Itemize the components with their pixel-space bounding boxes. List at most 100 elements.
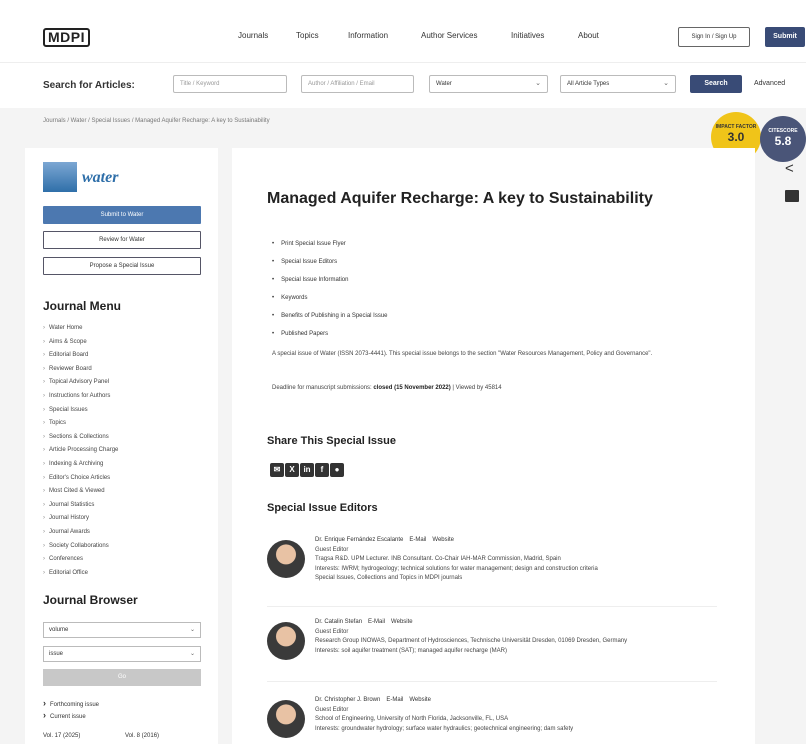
- other-share-icon[interactable]: ●: [330, 463, 344, 477]
- forthcoming-issue-link[interactable]: › Forthcoming issue: [43, 698, 99, 708]
- share-icon[interactable]: <: [785, 160, 794, 177]
- avatar: [267, 622, 305, 660]
- menu-item[interactable]: Special Issues: [43, 404, 118, 418]
- editors-title: Special Issue Editors: [267, 502, 378, 514]
- citescore-value: 5.8: [774, 134, 792, 148]
- divider: [267, 681, 717, 682]
- top-header: MDPI Journals Topics Information Author …: [0, 0, 806, 62]
- divider: [267, 606, 717, 607]
- menu-item[interactable]: Instructions for Authors: [43, 390, 118, 404]
- sign-in-button[interactable]: Sign In / Sign Up: [678, 27, 750, 47]
- issue-select-value: issue: [49, 651, 64, 657]
- editor-extra[interactable]: Special Issues, Collections and Topics i…: [315, 574, 715, 584]
- menu-item[interactable]: Editorial Board: [43, 349, 118, 363]
- journal-name[interactable]: water: [82, 169, 118, 187]
- website-link[interactable]: Website: [432, 537, 454, 543]
- deadline-line: Deadline for manuscript submissions: clo…: [272, 385, 502, 391]
- toc-item[interactable]: Print Special Issue Flyer: [272, 235, 388, 253]
- editor-role: Guest Editor: [315, 546, 349, 553]
- menu-item[interactable]: Aims & Scope: [43, 336, 118, 350]
- menu-item[interactable]: Editor's Choice Articles: [43, 472, 118, 486]
- comment-icon[interactable]: [785, 190, 799, 202]
- sidebar: water Submit to Water Review for Water P…: [25, 148, 218, 744]
- editor-affiliation: School of Engineering, University of Nor…: [315, 716, 509, 722]
- nav-information[interactable]: Information: [348, 31, 388, 40]
- breadcrumb[interactable]: Journals / Water / Special Issues / Mana…: [43, 118, 270, 124]
- search-label: Search for Articles:: [43, 80, 135, 91]
- submit-button[interactable]: Submit: [765, 27, 805, 47]
- menu-item[interactable]: Water Home: [43, 322, 118, 336]
- chevron-down-icon: ⌄: [663, 80, 669, 87]
- submit-to-water-button[interactable]: Submit to Water: [43, 206, 201, 224]
- main-content: Managed Aquifer Recharge: A key to Susta…: [232, 148, 755, 744]
- forthcoming-issue-label: Forthcoming issue: [50, 702, 100, 708]
- special-issue-description: A special issue of Water (ISSN 2073-4441…: [272, 351, 653, 357]
- volume-link[interactable]: Vol. 8 (2016): [125, 733, 159, 739]
- menu-item[interactable]: Sections & Collections: [43, 431, 118, 445]
- volume-link[interactable]: Vol. 17 (2025): [43, 733, 80, 739]
- volume-select[interactable]: volume ⌄: [43, 622, 201, 638]
- issue-select[interactable]: issue ⌄: [43, 646, 201, 662]
- advanced-search-link[interactable]: Advanced: [754, 80, 785, 87]
- search-button[interactable]: Search: [690, 75, 742, 93]
- email-link[interactable]: E-Mail: [368, 619, 385, 625]
- menu-item[interactable]: Society Collaborations: [43, 540, 118, 554]
- nav-about[interactable]: About: [578, 31, 599, 40]
- menu-item[interactable]: Article Processing Charge: [43, 444, 118, 458]
- menu-item[interactable]: Reviewer Board: [43, 363, 118, 377]
- email-icon[interactable]: ✉: [270, 463, 284, 477]
- email-link[interactable]: E-Mail: [409, 537, 426, 543]
- go-button[interactable]: Go: [43, 669, 201, 686]
- menu-item[interactable]: Editorial Office: [43, 567, 118, 581]
- current-issue-link[interactable]: › Current issue: [43, 710, 86, 720]
- editor-interests: Interests: soil aquifer treatment (SAT);…: [315, 647, 507, 654]
- article-type-select[interactable]: All Article Types ⌄: [560, 75, 676, 93]
- toc-item[interactable]: Benefits of Publishing in a Special Issu…: [272, 307, 387, 325]
- toc-item[interactable]: Special Issue Information: [272, 271, 388, 289]
- editor-name[interactable]: Dr. Enrique Fernández Escalante: [315, 537, 403, 543]
- menu-item[interactable]: Topical Advisory Panel: [43, 376, 118, 390]
- menu-item[interactable]: Topics: [43, 417, 118, 431]
- linkedin-icon[interactable]: in: [300, 463, 314, 477]
- volume-select-value: volume: [49, 627, 69, 633]
- water-journal-logo[interactable]: [43, 162, 77, 192]
- title-keyword-input[interactable]: Title / Keyword: [173, 75, 287, 93]
- nav-initiatives[interactable]: Initiatives: [511, 31, 544, 40]
- toc-item[interactable]: Published Papers: [272, 325, 388, 343]
- menu-item[interactable]: Most Cited & Viewed: [43, 485, 118, 499]
- facebook-icon[interactable]: f: [315, 463, 329, 477]
- deadline-prefix: Deadline for manuscript submissions:: [272, 385, 372, 391]
- share-title: Share This Special Issue: [267, 435, 397, 447]
- menu-item[interactable]: Journal History: [43, 512, 118, 526]
- avatar: [267, 700, 305, 738]
- editor-name[interactable]: Dr. Catalin Stefan: [315, 619, 362, 625]
- current-issue-label: Current issue: [50, 714, 86, 720]
- menu-item[interactable]: Journal Statistics: [43, 499, 118, 513]
- menu-item[interactable]: Journal Awards: [43, 526, 118, 540]
- editor-name-line: Dr. Enrique Fernández Escalante E-Mail Web…: [315, 536, 715, 546]
- propose-special-issue-button[interactable]: Propose a Special Issue: [43, 257, 201, 275]
- editor-card: Dr. Catalin Stefan E-Mail Website Guest Ed…: [267, 618, 717, 688]
- table-of-contents: Print Special Issue Flyer Special Issue …: [272, 235, 388, 343]
- journal-select[interactable]: Water ⌄: [429, 75, 548, 93]
- journal-menu-title: Journal Menu: [43, 299, 122, 313]
- x-icon[interactable]: X: [285, 463, 299, 477]
- citescore-badge[interactable]: CITESCORE 5.8: [760, 116, 806, 162]
- review-for-water-button[interactable]: Review for Water: [43, 231, 201, 249]
- mdpi-logo[interactable]: MDPI: [43, 28, 90, 47]
- editor-name[interactable]: Dr. Christopher J. Brown: [315, 697, 380, 703]
- website-link[interactable]: Website: [391, 619, 413, 625]
- menu-item[interactable]: Indexing & Archiving: [43, 458, 118, 472]
- deadline-value: closed (15 November 2022): [373, 385, 451, 391]
- nav-journals[interactable]: Journals: [238, 31, 268, 40]
- website-link[interactable]: Website: [409, 697, 431, 703]
- toc-item[interactable]: Special Issue Editors: [272, 253, 388, 271]
- views-count: | Viewed by 45814: [450, 385, 502, 391]
- menu-item[interactable]: Conferences: [43, 553, 118, 567]
- toc-item[interactable]: Keywords: [272, 289, 388, 307]
- nav-author-services[interactable]: Author Services: [421, 31, 477, 40]
- nav-topics[interactable]: Topics: [296, 31, 319, 40]
- email-link[interactable]: E-Mail: [386, 697, 403, 703]
- search-bar: Search for Articles: Title / Keyword Aut…: [0, 62, 806, 108]
- author-input[interactable]: Author / Affiliation / Email: [301, 75, 414, 93]
